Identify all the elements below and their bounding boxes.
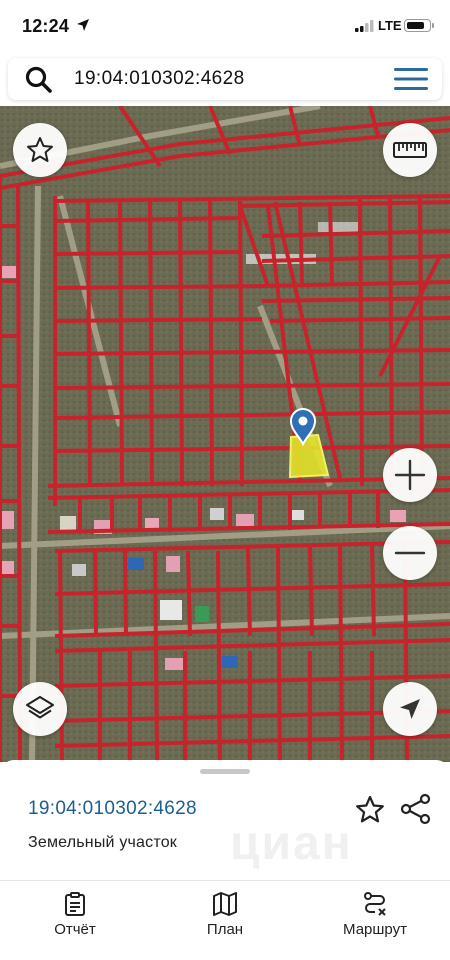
layers-button[interactable]	[13, 682, 67, 736]
hamburger-menu-icon[interactable]	[394, 67, 428, 91]
ruler-icon	[393, 142, 427, 158]
map-view[interactable]	[0, 106, 450, 762]
search-input[interactable]: 19:04:010302:4628	[74, 68, 245, 90]
tab-report[interactable]: Отчёт	[0, 881, 150, 960]
parcel-info-sheet[interactable]: циан 19:04:010302:4628 Земельный участок	[0, 760, 450, 880]
share-icon[interactable]	[399, 792, 433, 826]
star-icon[interactable]	[354, 794, 386, 826]
cadastral-number: 19:04:010302:4628	[28, 798, 197, 819]
ruler-button[interactable]	[383, 123, 437, 177]
signal-icon	[355, 20, 374, 32]
minus-icon	[394, 551, 426, 555]
status-time: 12:24	[22, 16, 70, 36]
tab-route[interactable]: Маршрут	[300, 881, 450, 960]
plus-icon	[394, 459, 426, 491]
tab-report-label: Отчёт	[54, 921, 96, 938]
zoom-in-button[interactable]	[383, 448, 437, 502]
tab-plan-label: План	[206, 921, 244, 938]
location-arrow-icon	[77, 19, 89, 31]
map-icon	[213, 892, 237, 916]
network-type: LTE	[378, 18, 402, 33]
zoom-out-button[interactable]	[383, 526, 437, 580]
favorite-button[interactable]	[13, 123, 67, 177]
clipboard-icon	[65, 892, 85, 916]
battery-icon	[404, 19, 434, 32]
tab-plan[interactable]: План	[150, 881, 300, 960]
layers-icon	[26, 696, 54, 719]
tab-bar: Отчёт План Маршрут	[0, 880, 450, 960]
search-bar[interactable]: 19:04:010302:4628	[8, 58, 442, 100]
cadastral-map[interactable]	[0, 106, 450, 762]
star-icon	[27, 137, 53, 162]
watermark: циан	[230, 817, 353, 870]
search-icon[interactable]	[24, 65, 54, 95]
my-location-button[interactable]	[383, 682, 437, 736]
tab-route-label: Маршрут	[343, 921, 407, 938]
object-type: Земельный участок	[28, 834, 178, 851]
sheet-drag-handle[interactable]	[200, 769, 250, 774]
navigation-arrow-icon	[400, 699, 420, 719]
status-bar: 12:24 LTE	[0, 0, 450, 54]
route-icon	[364, 892, 386, 916]
